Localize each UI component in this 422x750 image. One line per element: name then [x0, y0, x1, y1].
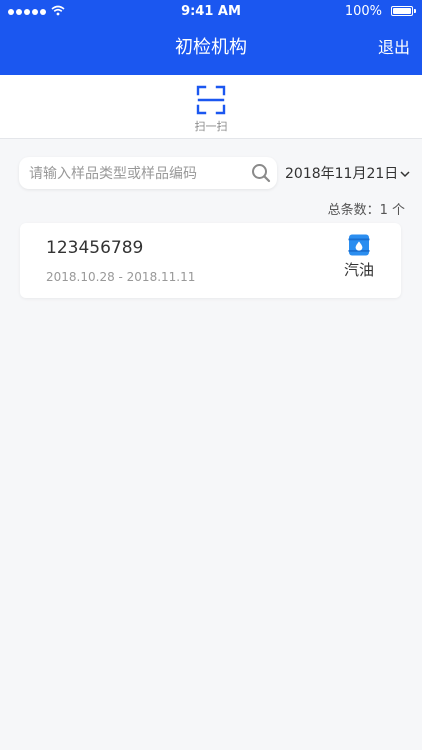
page-title: 初检机构 [175, 37, 247, 58]
status-bar: 9:41 AM 100% [0, 0, 422, 24]
search-box [19, 157, 277, 191]
search-input[interactable] [27, 157, 241, 191]
app-header: 9:41 AM 100% 初检机构 退出 [0, 0, 422, 75]
oil-barrel-icon [348, 234, 370, 256]
sample-card[interactable]: 123456789 2018.10.28 - 2018.11.11 汽油 [20, 223, 401, 298]
battery-percent: 100% [344, 4, 382, 19]
date-picker[interactable]: 2018年11月21日 [285, 163, 410, 183]
scan-bar: 扫一扫 [0, 75, 422, 139]
chevron-down-icon [400, 170, 410, 177]
sample-code: 123456789 [46, 238, 144, 258]
sample-type-label: 汽油 [343, 261, 374, 279]
sample-type: 汽油 [334, 233, 384, 280]
scan-icon [196, 85, 226, 115]
scan-button[interactable]: 扫一扫 [185, 81, 237, 135]
logout-button[interactable]: 退出 [378, 36, 410, 60]
search-icon[interactable] [251, 163, 271, 183]
date-picker-value: 2018年11月21日 [285, 166, 399, 182]
sample-date-range: 2018.10.28 - 2018.11.11 [46, 270, 196, 284]
battery-icon [391, 6, 416, 16]
scan-label: 扫一扫 [194, 120, 228, 133]
total-count: 总条数：1 个 [327, 203, 405, 218]
